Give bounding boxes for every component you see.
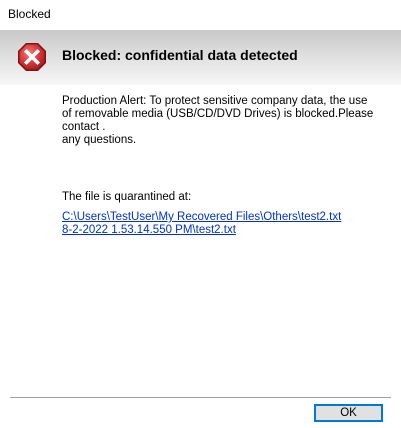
message-line: Production Alert: To protect sensitive c… (62, 95, 368, 107)
error-x-icon (18, 43, 46, 71)
alert-headline: Blocked: confidential data detected (62, 47, 298, 63)
quarantine-path-link[interactable]: C:\Users\TestUser\My Recovered Files\Oth… (62, 211, 392, 237)
ok-button[interactable]: OK (314, 404, 383, 422)
alert-banner: Blocked: confidential data detected (0, 30, 401, 85)
quarantine-path-line[interactable]: C:\Users\TestUser\My Recovered Files\Oth… (62, 211, 392, 224)
message-line: contact . (62, 121, 106, 133)
message-line: of removable media (USB/CD/DVD Drives) i… (62, 108, 374, 120)
alert-message: Production Alert: To protect sensitive c… (62, 95, 382, 147)
quarantine-label: The file is quarantined at: (62, 191, 192, 203)
title-bar: Blocked (0, 0, 401, 30)
quarantine-path-line[interactable]: 8-2-2022 1.53.14.550 PM\test2.txt (62, 224, 392, 237)
message-line: any questions. (62, 134, 137, 146)
footer-divider (10, 397, 391, 398)
blocked-dialog: Blocked Blocked: confidential data detec… (0, 0, 401, 428)
window-title: Blocked (8, 7, 51, 21)
